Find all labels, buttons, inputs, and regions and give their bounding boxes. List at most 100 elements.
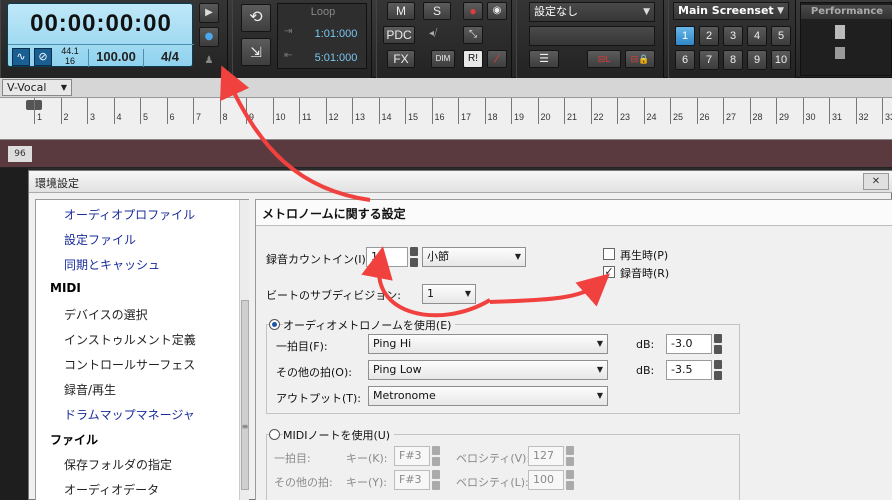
audio-metronome-radio[interactable] — [269, 319, 280, 330]
tree-item[interactable]: オーディオプロファイル — [64, 206, 195, 223]
other-beat-db-label: dB: — [636, 364, 655, 377]
ruler-line — [193, 98, 194, 124]
tree-item[interactable]: オーディオデータ — [64, 481, 159, 498]
tree-category[interactable]: MIDI — [50, 281, 81, 295]
preset-name-field[interactable] — [529, 26, 655, 46]
first-beat-select[interactable]: Ping Hi ▼ — [368, 334, 608, 354]
midi-velocity-spinner[interactable] — [566, 446, 574, 466]
preset-dropdown[interactable]: 設定なし ▼ — [529, 2, 655, 22]
screenset-button-9[interactable]: 9 — [747, 50, 767, 70]
loop-toggle-icon[interactable]: ⟲ — [241, 4, 271, 32]
tempo-readout[interactable]: 100.00 — [88, 49, 144, 67]
screenset-dropdown[interactable]: Main Screenset ▼ — [673, 2, 789, 20]
ruler-line — [617, 98, 618, 124]
count-in-unit-select[interactable]: 小節 ▼ — [422, 247, 526, 267]
chevron-down-icon: ▼ — [464, 289, 471, 298]
tree-item[interactable]: 設定ファイル — [64, 231, 136, 248]
midi-velocity2-input[interactable]: 100 — [528, 470, 564, 490]
screenset-button-10[interactable]: 10 — [771, 50, 791, 70]
ruler-tick-label: 25 — [673, 112, 684, 122]
dialog-titlebar[interactable]: 環境設定 ✕ — [29, 171, 892, 193]
loop-end[interactable]: 5:01:000 — [306, 52, 366, 64]
other-beat-select[interactable]: Ping Low ▼ — [368, 360, 608, 380]
record-arm-reset-button[interactable]: R! — [463, 50, 483, 68]
ruler-tick-label: 27 — [726, 112, 737, 122]
ruler-line — [299, 98, 300, 124]
midi-key-spinner[interactable] — [432, 446, 440, 466]
pdc-button[interactable]: PDC — [383, 26, 415, 44]
track-name-dropdown[interactable]: V-Vocal ▼ — [2, 79, 72, 96]
ruler-tick-label: 10 — [275, 112, 286, 122]
count-in-spinner[interactable] — [410, 247, 418, 267]
first-beat-db-input[interactable]: -3.0 — [666, 334, 712, 354]
count-in-input[interactable]: 1 — [366, 247, 408, 267]
lock-icon[interactable]: ⊟🔒 — [625, 50, 655, 68]
scroll-thumb[interactable] — [241, 300, 249, 490]
other-beat-db-spinner[interactable] — [714, 360, 722, 380]
recording-checkbox[interactable]: ✓ — [603, 266, 615, 278]
midi-key-input[interactable]: F#3 — [394, 446, 430, 466]
loop-start[interactable]: 1:01:000 — [306, 28, 366, 40]
tree-item[interactable]: 保存フォルダの指定 — [64, 456, 172, 473]
record-mode-icon[interactable]: ● — [199, 27, 219, 47]
screenset-button-1[interactable]: 1 — [675, 26, 695, 46]
tree-item[interactable]: インストゥルメント定義 — [64, 331, 196, 348]
screenset-button-2[interactable]: 2 — [699, 26, 719, 46]
midi-velocity2-spinner[interactable] — [566, 470, 574, 490]
count-in-label: 録音カウントイン(I): — [266, 253, 370, 266]
ruler-tick-label: 15 — [408, 112, 419, 122]
midi-key2-input[interactable]: F#3 — [394, 470, 430, 490]
screenset-button-8[interactable]: 8 — [723, 50, 743, 70]
beat-subdivision-select[interactable]: 1 ▼ — [422, 284, 476, 304]
playback-checkbox[interactable] — [603, 248, 615, 260]
ruler-line — [352, 98, 353, 124]
first-beat-db-spinner[interactable] — [714, 334, 722, 354]
punch-icon[interactable]: ⇲ — [241, 38, 271, 66]
ruler-tick-label: 8 — [222, 112, 228, 122]
meter-readout[interactable]: 4/4 — [148, 49, 192, 64]
output-select[interactable]: Metronome ▼ — [368, 386, 608, 406]
time-readout[interactable]: 00:00:00:00 — [8, 10, 194, 38]
timeline-ruler[interactable]: 1 2 3 4 5 6 7 8 9 10 11 12 13 14 15 16 17 18 19 20 21 22 23 24 2… — [0, 98, 892, 140]
ruler-tick-label: 14 — [381, 112, 392, 122]
midi-velocity-input[interactable]: 127 — [528, 446, 564, 466]
midi-note-radio[interactable] — [269, 429, 280, 440]
solo-button[interactable]: S — [423, 2, 451, 20]
midi-key2-spinner[interactable] — [432, 470, 440, 490]
other-beat-db-input[interactable]: -3.5 — [666, 360, 712, 380]
screenset-module: Main Screenset ▼ 1 2 3 4 5 6 7 8 9 10 — [668, 0, 796, 78]
tree-item[interactable]: 同期とキャッシュ — [64, 256, 160, 273]
midi-sync-icon[interactable]: ⊘ — [34, 48, 52, 66]
tree-item[interactable]: 録音/再生 — [64, 381, 116, 398]
tree-item[interactable]: コントロールサーフェス — [64, 356, 195, 373]
input-echo-icon[interactable]: ◉ — [487, 2, 507, 20]
snap-icon[interactable]: ⤡ — [463, 26, 483, 44]
screenset-button-7[interactable]: 7 — [699, 50, 719, 70]
screenset-button-3[interactable]: 3 — [723, 26, 743, 46]
record-button[interactable]: ● — [463, 2, 483, 20]
track-name: V-Vocal — [7, 81, 47, 94]
clip-strip[interactable] — [0, 140, 892, 168]
metronome-icon[interactable]: ♟ — [199, 51, 219, 71]
tree-item[interactable]: ドラムマップマネージャ — [64, 406, 195, 423]
loop-points: Loop 1:01:000 5:01:000 ⇥ ⇤ — [277, 3, 367, 69]
mute-button[interactable]: M — [387, 2, 415, 20]
fx-button[interactable]: FX — [387, 50, 415, 68]
list-icon[interactable]: ☰ — [529, 50, 559, 68]
ruler-line — [378, 98, 380, 124]
play-icon[interactable]: ▶ — [199, 3, 219, 23]
close-button[interactable]: ✕ — [863, 173, 889, 190]
audio-engine-icon[interactable]: ∿ — [12, 48, 30, 66]
tree-scrollbar[interactable]: ≡ — [239, 200, 249, 500]
midi-velocity-label: ベロシティ(V): — [456, 452, 531, 465]
tree-item[interactable]: デバイスの選択 — [64, 306, 148, 323]
tree-category[interactable]: ファイル — [50, 431, 98, 448]
loop-end-icon: ⇤ — [284, 50, 293, 61]
dim-button[interactable]: DIM — [431, 50, 455, 68]
clear-automation-icon[interactable]: ⁄ — [487, 50, 507, 68]
screenset-button-5[interactable]: 5 — [771, 26, 791, 46]
select-lock-icon[interactable]: ⊟L — [587, 50, 621, 68]
screenset-button-4[interactable]: 4 — [747, 26, 767, 46]
playback-label: 再生時(P) — [620, 249, 669, 262]
screenset-button-6[interactable]: 6 — [675, 50, 695, 70]
